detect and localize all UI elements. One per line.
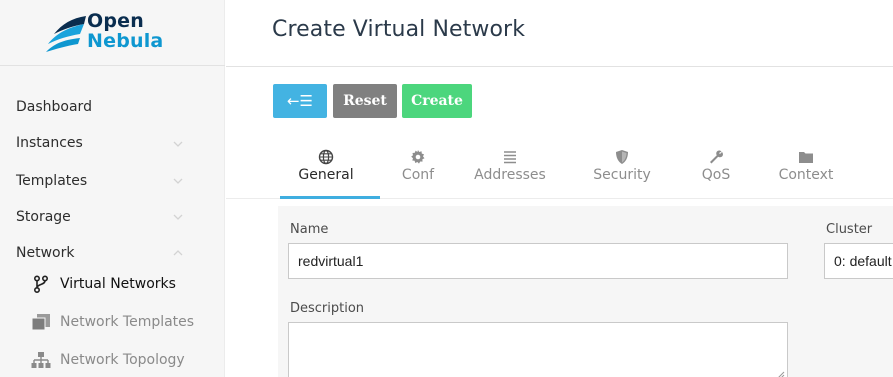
sidebar-item-instances[interactable]: Instances [16, 133, 83, 153]
sidebar-item-label: Network Templates [60, 314, 195, 330]
tab-addresses[interactable]: Addresses [464, 148, 556, 183]
sidebar-item-label: Virtual Networks [60, 276, 176, 292]
reset-button[interactable]: Reset [333, 84, 397, 118]
brand-line1: Open [87, 10, 144, 32]
chevron-up-icon [173, 248, 183, 258]
tab-conf[interactable]: Conf [372, 148, 464, 183]
tab-qos[interactable]: QoS [670, 148, 762, 183]
tab-context[interactable]: Context [760, 148, 852, 183]
resize-grip-icon [778, 371, 785, 377]
sidebar-item-virtual-networks[interactable]: Virtual Networks [30, 273, 176, 295]
tab-label: Security [593, 167, 651, 183]
sidebar-item-templates[interactable]: Templates [16, 171, 87, 191]
back-button[interactable]: ←☰ [273, 84, 327, 118]
folder-icon [799, 152, 813, 163]
brand-logo[interactable]: Open Nebula [0, 0, 225, 66]
tab-label: Context [778, 167, 834, 183]
tab-security[interactable]: Security [576, 148, 668, 183]
active-tab-indicator [280, 196, 380, 199]
brand-line2: Nebula [87, 30, 164, 52]
sidebar-item-network[interactable]: Network [16, 243, 74, 263]
cluster-label: Cluster [826, 222, 873, 237]
opennebula-logo-icon [46, 16, 86, 52]
tab-label: QoS [701, 167, 731, 183]
tab-label: Addresses [474, 167, 546, 183]
stacked-pages-icon [30, 313, 52, 331]
name-label: Name [290, 222, 329, 237]
main-content: Create Virtual Network ←☰ Reset Create G… [226, 0, 893, 377]
sidebar-item-dashboard[interactable]: Dashboard [16, 97, 92, 117]
create-button[interactable]: Create [402, 84, 472, 118]
chevron-down-icon [173, 212, 183, 222]
sidebar-item-label: Network Topology [60, 352, 185, 368]
header-divider [226, 66, 893, 67]
chevron-down-icon [173, 139, 183, 149]
fork-icon [30, 275, 52, 293]
tab-general[interactable]: General [280, 148, 372, 183]
list-icon [504, 151, 516, 164]
cluster-select[interactable]: 0: default [824, 243, 893, 279]
tab-label: General [298, 167, 354, 183]
topology-icon [30, 351, 52, 369]
brand-wordmark: Open Nebula [87, 11, 163, 51]
gear-icon [411, 150, 425, 164]
description-label: Description [290, 301, 365, 316]
globe-icon [318, 149, 334, 165]
page-title: Create Virtual Network [272, 17, 526, 42]
general-form-panel: Name redvirtual1 Cluster 0: default Desc… [278, 206, 893, 377]
sidebar-item-storage[interactable]: Storage [16, 207, 71, 227]
chevron-down-icon [173, 176, 183, 186]
sidebar-item-network-topology[interactable]: Network Topology [30, 349, 185, 371]
wrench-icon [710, 150, 723, 164]
description-textarea[interactable] [288, 322, 788, 377]
sidebar-item-network-templates[interactable]: Network Templates [30, 311, 194, 333]
tab-label: Conf [401, 167, 435, 183]
sidebar: Open Nebula Dashboard Instances Template… [0, 0, 225, 377]
shield-icon [616, 150, 628, 164]
name-input[interactable]: redvirtual1 [288, 243, 788, 279]
